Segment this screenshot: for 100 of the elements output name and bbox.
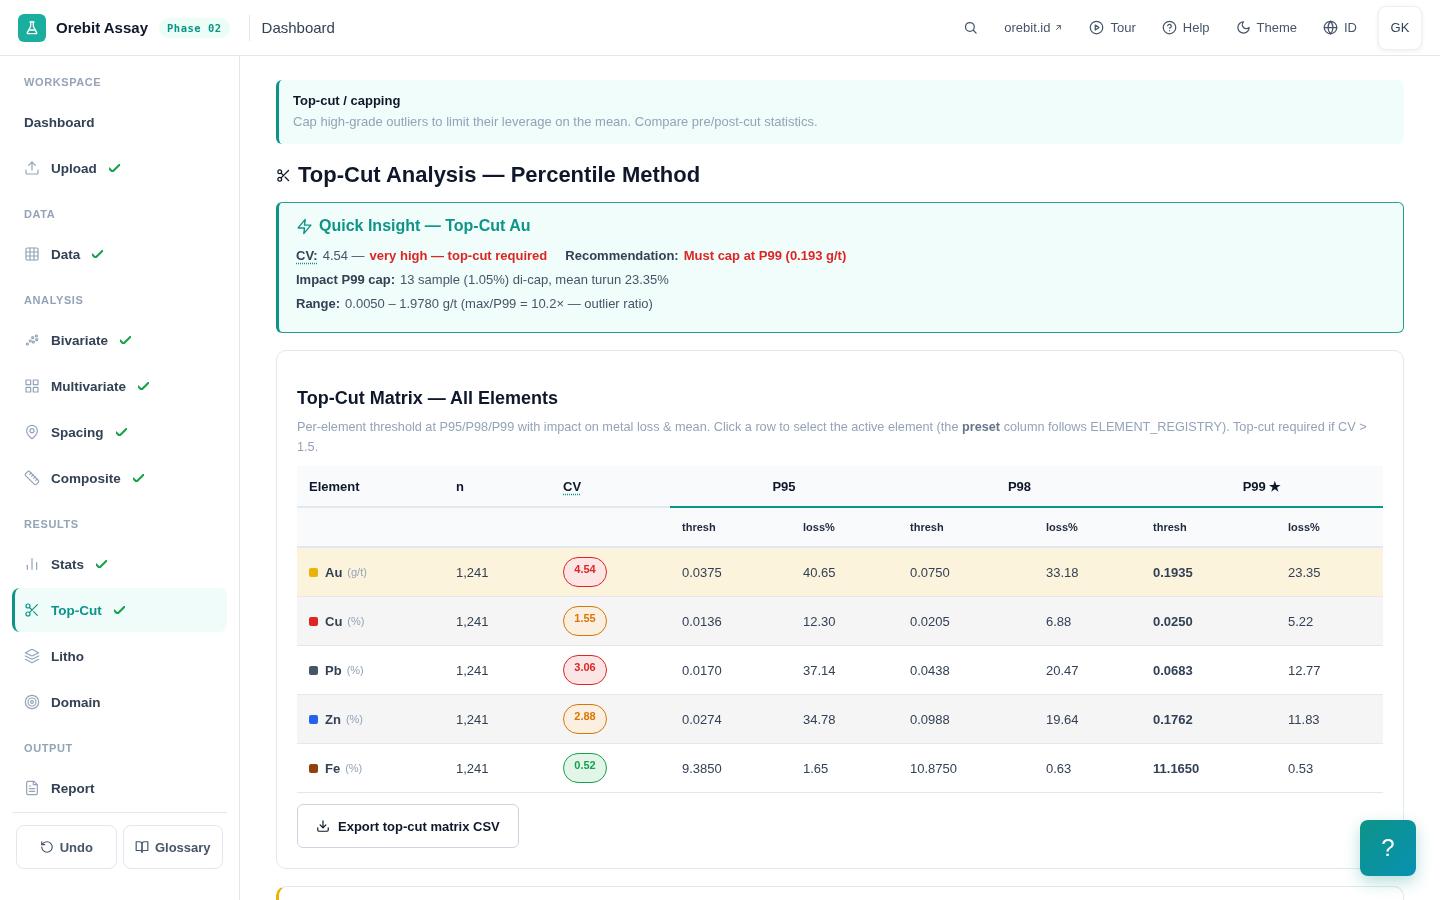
cv-badge: 4.54	[563, 557, 607, 587]
element-name: Au	[325, 564, 343, 580]
sidebar-item[interactable]: Litho	[12, 634, 227, 678]
nav-link[interactable]: Help	[1161, 20, 1210, 35]
unit-label: (%)	[345, 762, 363, 774]
lightning-icon	[296, 217, 313, 235]
sidebar-item[interactable]: Report	[12, 766, 227, 810]
cv-badge: 3.06	[563, 655, 607, 685]
brand-name: Orebit Assay	[56, 19, 148, 36]
play-circle-icon	[1089, 20, 1105, 35]
layers-icon	[24, 648, 40, 664]
question-circle-icon	[1161, 20, 1177, 35]
sub-column-header: thresh	[910, 521, 944, 533]
insight-alert-text: very high — top-cut required	[369, 247, 548, 265]
table-cell: 34.78	[803, 711, 836, 727]
insight-label: CV:	[296, 247, 318, 265]
table-cell: 11.1650	[1153, 760, 1200, 776]
undo-button[interactable]: Undo	[16, 825, 117, 869]
nav-link[interactable]: Theme	[1235, 20, 1297, 35]
table-cell: 19.64	[1046, 711, 1079, 727]
table-row[interactable]: Cu (%) 1,241 1.55 0.0136 12.30 0.0205 6.88 0.0250 5.22	[297, 596, 1384, 646]
nav-link[interactable]: ID	[1323, 20, 1357, 35]
sub-column-header: thresh	[682, 521, 716, 533]
table-cell: 1,241	[456, 564, 489, 580]
nav-link[interactable]: Tour	[1089, 20, 1136, 35]
card-title: Top-Cut Matrix — All Elements	[297, 387, 560, 410]
sidebar-item[interactable]: Top-Cut	[12, 588, 227, 632]
map-pin-icon	[24, 424, 40, 440]
column-group-header: P98	[1007, 478, 1032, 494]
page-title: Dashboard	[261, 19, 335, 36]
sidebar-item[interactable]: Bivariate	[12, 318, 227, 362]
four-squares-icon	[24, 378, 40, 394]
sidebar-item[interactable]: Data	[12, 232, 227, 276]
section-heading: ANALYSIS	[24, 294, 84, 306]
unit-label: (%)	[345, 713, 363, 725]
insight-title: Quick Insight — Top-Cut Au	[319, 216, 531, 236]
unit-label: (g/t)	[347, 566, 367, 578]
insight-label: Range:	[296, 295, 341, 313]
table-cell: 0.0170	[682, 662, 722, 678]
export-csv-button[interactable]: Export top-cut matrix CSV	[297, 804, 519, 848]
table-cell: 20.47	[1046, 662, 1079, 678]
sidebar-item[interactable]: Stats	[12, 542, 227, 586]
table-cell: 0.0250	[1153, 613, 1193, 629]
document-icon	[24, 780, 40, 796]
unit-label: (%)	[347, 615, 365, 627]
element-name: Zn	[325, 711, 341, 727]
table-cell: 0.0375	[682, 564, 722, 580]
avatar-button[interactable]: GK	[1378, 5, 1422, 50]
table-row[interactable]: Zn (%) 1,241 2.88 0.0274 34.78 0.0988 19.64 0.1762 11.83	[297, 694, 1384, 744]
table-cell: 0.0274	[682, 711, 722, 727]
sidebar-item[interactable]: Domain	[12, 680, 227, 724]
column-header: Element	[309, 478, 360, 494]
grid-icon	[24, 246, 40, 262]
nav-link[interactable]: orebit.id	[1004, 20, 1064, 35]
sidebar-item[interactable]: Multivariate	[12, 364, 227, 408]
table-cell: 0.1935	[1153, 564, 1193, 580]
table-cell: 11.83	[1288, 711, 1320, 727]
phase-badge: Phase 02	[159, 17, 230, 38]
bar-chart-icon	[24, 556, 40, 572]
table-cell: 0.0988	[910, 711, 950, 727]
section-heading: RESULTS	[24, 518, 79, 530]
column-header: n	[456, 478, 464, 494]
element-name: Cu	[325, 613, 343, 629]
sidebar-item[interactable]: Upload	[12, 146, 227, 190]
sub-column-header: loss%	[1288, 521, 1320, 533]
insight-label: Recommendation:	[565, 247, 679, 265]
insight-label: Impact P99 cap:	[296, 271, 395, 289]
table-cell: 0.1762	[1153, 711, 1193, 727]
column-group-header: P95	[772, 478, 796, 494]
sidebar-item[interactable]: Spacing	[12, 410, 227, 454]
table-cell: 9.3850	[682, 760, 722, 776]
page-heading: Top-Cut Analysis — Percentile Method	[298, 161, 701, 189]
table-row[interactable]: Au (g/t) 1,241 4.54 0.0375 40.65 0.0750 33.18 0.1935 23.35	[297, 547, 1384, 597]
sidebar-item[interactable]: Composite	[12, 456, 227, 500]
help-button[interactable]: ?	[1360, 820, 1416, 876]
table-cell: 12.30	[803, 613, 836, 629]
sub-column-header: thresh	[1153, 521, 1187, 533]
insight-value: 0.0050 – 1.9780 g/t (max/P99 = 10.2× — outlier ratio)	[345, 295, 653, 313]
table-cell: 5.22	[1288, 613, 1314, 629]
table-cell: 33.18	[1046, 564, 1079, 580]
section-heading: OUTPUT	[24, 742, 73, 754]
cv-badge: 0.52	[563, 753, 607, 783]
table-cell: 1,241	[456, 760, 489, 776]
glossary-button[interactable]: Glossary	[122, 825, 223, 869]
sub-column-header: loss%	[803, 521, 835, 533]
table-cell: 0.0683	[1153, 662, 1193, 678]
search-button[interactable]	[963, 20, 979, 35]
flask-logo-icon	[18, 13, 46, 42]
table-row[interactable]: Fe (%) 1,241 0.52 9.3850 1.65 10.8750 0.63 11.1650 0.53	[297, 743, 1384, 793]
cv-badge: 1.55	[563, 606, 607, 636]
column-group-header: P99 ★	[1242, 478, 1282, 494]
table-row[interactable]: Pb (%) 1,241 3.06 0.0170 37.14 0.0438 20.47 0.0683 12.77	[297, 645, 1384, 695]
sidebar-item[interactable]: Dashboard	[12, 100, 227, 144]
table-cell: 12.77	[1288, 662, 1321, 678]
target-icon	[24, 694, 40, 710]
table-cell: 23.35	[1288, 564, 1321, 580]
table-cell: 0.53	[1288, 760, 1314, 776]
scatter-dots-icon	[24, 332, 40, 348]
table-cell: 1,241	[456, 711, 489, 727]
section-heading: DATA	[24, 208, 56, 220]
